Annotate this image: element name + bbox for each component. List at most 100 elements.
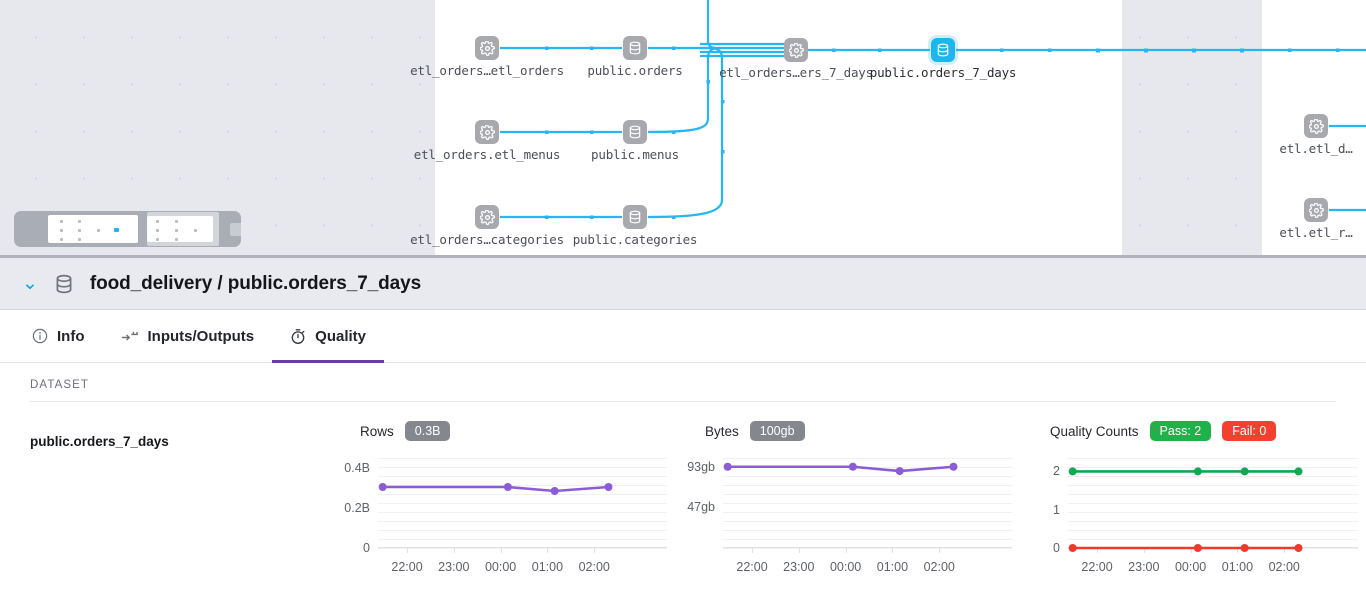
- gear-icon: [475, 36, 499, 60]
- chart-y-tick-label: 0.4B: [344, 461, 370, 475]
- chart-y-axis: 0 1 2: [1020, 458, 1060, 568]
- gear-icon: [1304, 114, 1328, 138]
- chart-y-axis: 0 0.2B 0.4B: [330, 458, 370, 568]
- dataset-detail-header: ⌄ food_delivery / public.orders_7_days: [0, 258, 1366, 310]
- lineage-node-etl_orders_ers_7_days[interactable]: etl_orders…ers_7_days: [719, 38, 873, 80]
- lineage-node-etl_etl_dr[interactable]: etl.etl_d…: [1279, 114, 1353, 156]
- tab-info[interactable]: Info: [14, 310, 103, 362]
- lineage-node-etl_orders_categories[interactable]: etl_orders…categories: [410, 205, 564, 247]
- tab-info-label: Info: [57, 327, 85, 345]
- chart-bytes-badge: 100gb: [749, 420, 805, 442]
- chart-rows-badge: 0.3B: [404, 420, 451, 442]
- lineage-node-public_orders_7_days[interactable]: public.orders_7_days: [870, 38, 1016, 80]
- lineage-node-label: public.menus: [591, 147, 679, 162]
- lineage-node-public_menus[interactable]: public.menus: [591, 120, 679, 162]
- chart-x-tick-label: 00:00: [1174, 560, 1207, 574]
- status-badge-pass: Pass: 2: [1149, 420, 1212, 442]
- chart-x-axis: 22:00 23:00 00:00 01:00 02:00: [1068, 548, 1358, 574]
- chart-x-tick-label: 01:00: [1221, 560, 1254, 574]
- lineage-node-public_categories[interactable]: public.categories: [573, 205, 697, 247]
- chart-series: [723, 462, 958, 476]
- database-icon: [623, 36, 647, 60]
- chart-quality-counts-plot[interactable]: 0 1 2 22:00 23:00 00:00 01:00 02:00: [1020, 458, 1366, 574]
- chart-rows: Rows 0.3B 0 0.2B 0.4B 22:00 23:00 00:00 01:00 0…: [330, 420, 675, 574]
- gear-icon: [784, 38, 808, 62]
- dataset-name: public.orders_7_days: [30, 434, 169, 449]
- chart-y-tick-label: 1: [1053, 502, 1060, 517]
- quality-dataset-row: public.orders_7_days Rows 0.3B 0 0.2B 0.4B…: [0, 402, 1366, 574]
- lineage-node-label: etl_orders.etl_menus: [413, 147, 561, 162]
- lineage-node-etl_etl_re[interactable]: etl.etl_r…: [1279, 198, 1353, 240]
- chart-x-tick-label: 02:00: [1268, 560, 1300, 574]
- lineage-node-public_orders[interactable]: public.orders: [587, 36, 683, 78]
- database-icon: [52, 272, 76, 296]
- chart-rows-title: Rows: [360, 423, 394, 439]
- chart-bytes-header: Bytes 100gb: [675, 420, 1020, 442]
- page-title: food_delivery / public.orders_7_days: [89, 272, 422, 294]
- database-icon: [623, 205, 647, 229]
- lineage-node-label: public.categories: [572, 232, 698, 247]
- chart-x-tick-label: 00:00: [484, 560, 517, 574]
- info-circle-icon: [32, 328, 48, 344]
- tab-quality-label: Quality: [315, 327, 367, 345]
- chart-quality-counts-header: Quality Counts Pass: 2 Fail: 0: [1020, 420, 1366, 442]
- tab-quality[interactable]: Quality: [272, 310, 384, 363]
- chart-x-tick-label: 00:00: [829, 560, 862, 574]
- chart-y-tick-label: 0: [363, 541, 370, 555]
- chart-x-tick-label: 22:00: [391, 560, 423, 574]
- lineage-node-label: etl_orders…etl_orders: [410, 63, 564, 78]
- quality-panel: DATASET public.orders_7_days Rows 0.3B 0…: [0, 363, 1366, 574]
- lineage-node-label: public.orders_7_days: [869, 65, 1017, 80]
- inputs-outputs-icon: [121, 328, 139, 344]
- chart-x-tick-label: 23:00: [438, 560, 470, 574]
- chart-rows-header: Rows 0.3B: [330, 420, 675, 442]
- gear-icon: [475, 205, 499, 229]
- lineage-node-etl_orders_etl_menus[interactable]: etl_orders.etl_menus: [414, 120, 560, 162]
- lineage-node-label: public.orders: [587, 63, 683, 78]
- chart-x-tick-label: 02:00: [578, 560, 610, 574]
- chart-y-tick-label: 0.2B: [344, 501, 370, 515]
- section-label-dataset: DATASET: [30, 379, 90, 391]
- lineage-graph-canvas[interactable]: etl_orders…etl_orders public.orders etl_or…: [0, 0, 1366, 258]
- chart-quality-counts-title: Quality Counts: [1050, 423, 1139, 439]
- chart-x-tick-label: 01:00: [876, 560, 909, 574]
- chart-x-tick-label: 22:00: [1081, 560, 1113, 574]
- chart-bytes-plot[interactable]: 47gb 93gb 22:00 23:00 00:00 01:00 02:00: [675, 458, 1020, 574]
- chart-x-tick-label: 02:00: [923, 560, 955, 574]
- chart-series: [378, 483, 613, 495]
- chart-series: [1068, 467, 1303, 552]
- chart-quality-counts: Quality Counts Pass: 2 Fail: 0 0 1 2 22:00 2…: [1020, 420, 1366, 574]
- chart-y-tick-label: 47gb: [687, 499, 715, 514]
- lineage-node-etl_orders_etl_orders[interactable]: etl_orders…etl_orders: [410, 36, 564, 78]
- chart-y-tick-label: 93gb: [687, 459, 715, 474]
- chart-x-tick-label: 23:00: [1128, 560, 1160, 574]
- tab-inputs-outputs-label: Inputs/Outputs: [147, 327, 255, 345]
- collapse-chevron-icon[interactable]: ⌄: [22, 274, 38, 293]
- tab-inputs-outputs[interactable]: Inputs/Outputs: [103, 310, 273, 362]
- gear-icon: [475, 120, 499, 144]
- lineage-node-label: etl_orders…categories: [410, 232, 564, 247]
- database-icon: [623, 120, 647, 144]
- chart-x-axis: 22:00 23:00 00:00 01:00 02:00: [378, 548, 667, 574]
- chart-y-axis: 47gb 93gb: [675, 458, 715, 568]
- lineage-node-label: etl_orders…ers_7_days: [719, 65, 873, 80]
- status-badge-fail: Fail: 0: [1222, 420, 1277, 442]
- chart-x-tick-label: 23:00: [783, 560, 815, 574]
- chart-x-tick-label: 22:00: [736, 560, 768, 574]
- panel-resize-handle[interactable]: [0, 255, 1366, 258]
- detail-tabs: Info Inputs/Outputs Quality: [0, 310, 1366, 363]
- chart-bytes-title: Bytes: [705, 423, 739, 439]
- chart-x-axis: 22:00 23:00 00:00 01:00 02:00: [723, 548, 1012, 574]
- quality-charts: Rows 0.3B 0 0.2B 0.4B 22:00 23:00 00:00 01:00 0…: [330, 420, 1366, 574]
- database-icon: [931, 38, 955, 62]
- graph-minimap[interactable]: [14, 211, 241, 247]
- chart-y-tick-label: 2: [1053, 464, 1060, 479]
- stopwatch-icon: [290, 328, 306, 345]
- chart-rows-plot[interactable]: 0 0.2B 0.4B 22:00 23:00 00:00 01:00 02:00: [330, 458, 675, 574]
- lineage-node-label: etl.etl_d…: [1279, 141, 1353, 156]
- lineage-node-label: etl.etl_r…: [1279, 225, 1353, 240]
- gear-icon: [1304, 198, 1328, 222]
- chart-bytes: Bytes 100gb 47gb 93gb 22:00 23:00 00:00 01:00…: [675, 420, 1020, 574]
- chart-x-tick-label: 01:00: [531, 560, 564, 574]
- chart-y-tick-label: 0: [1053, 541, 1060, 555]
